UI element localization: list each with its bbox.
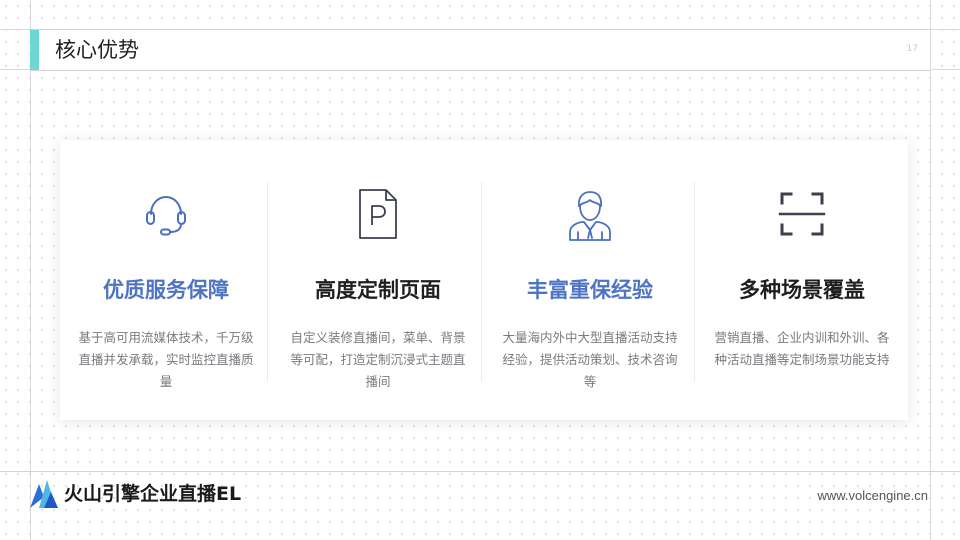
guide-line-left xyxy=(30,0,31,540)
footer-divider xyxy=(0,471,960,472)
feature-item-service: 优质服务保障 基于高可用流媒体技术，千万级直播并发承载，实时监控直播质量 xyxy=(60,140,272,420)
headset-icon xyxy=(136,184,196,244)
title-bar: 核心优势 17 xyxy=(30,29,930,71)
guide-line-right xyxy=(930,0,931,540)
feature-heading: 丰富重保经验 xyxy=(527,278,653,302)
feature-item-customization: 高度定制页面 自定义装修直播间，菜单、背景等可配，打造定制沉浸式主题直播间 xyxy=(272,140,484,420)
scan-frame-icon xyxy=(772,184,832,244)
volcano-logo-icon xyxy=(30,480,58,508)
column-divider xyxy=(694,182,695,382)
feature-description: 大量海内外中大型直播活动支持经验，提供活动策划、技术咨询等 xyxy=(502,330,678,389)
feature-heading: 多种场景覆盖 xyxy=(739,278,865,302)
feature-item-scenarios: 多种场景覆盖 营销直播、企业内训和外训、各种活动直播等定制场景功能支持 xyxy=(696,140,908,420)
consultant-icon xyxy=(560,184,620,244)
feature-description: 自定义装修直播间，菜单、背景等可配，打造定制沉浸式主题直播间 xyxy=(290,330,466,389)
feature-description: 基于高可用流媒体技术，千万级直播并发承载，实时监控直播质量 xyxy=(78,330,254,389)
page-title: 核心优势 xyxy=(55,38,139,62)
feature-card: 优质服务保障 基于高可用流媒体技术，千万级直播并发承载，实时监控直播质量 高度定… xyxy=(60,140,908,420)
column-divider xyxy=(267,182,268,382)
page-p-icon xyxy=(348,184,408,244)
brand-name: 火山引擎企业直播EL xyxy=(64,483,242,505)
column-divider xyxy=(481,182,482,382)
feature-heading: 优质服务保障 xyxy=(103,278,229,302)
feature-heading: 高度定制页面 xyxy=(315,278,441,302)
feature-item-experience: 丰富重保经验 大量海内外中大型直播活动支持经验，提供活动策划、技术咨询等 xyxy=(484,140,696,420)
feature-description: 营销直播、企业内训和外训、各种活动直播等定制场景功能支持 xyxy=(714,330,890,367)
page-number: 17 xyxy=(906,44,918,54)
title-accent-bar xyxy=(30,30,39,70)
website-link[interactable]: www.volcengine.cn xyxy=(817,488,928,503)
